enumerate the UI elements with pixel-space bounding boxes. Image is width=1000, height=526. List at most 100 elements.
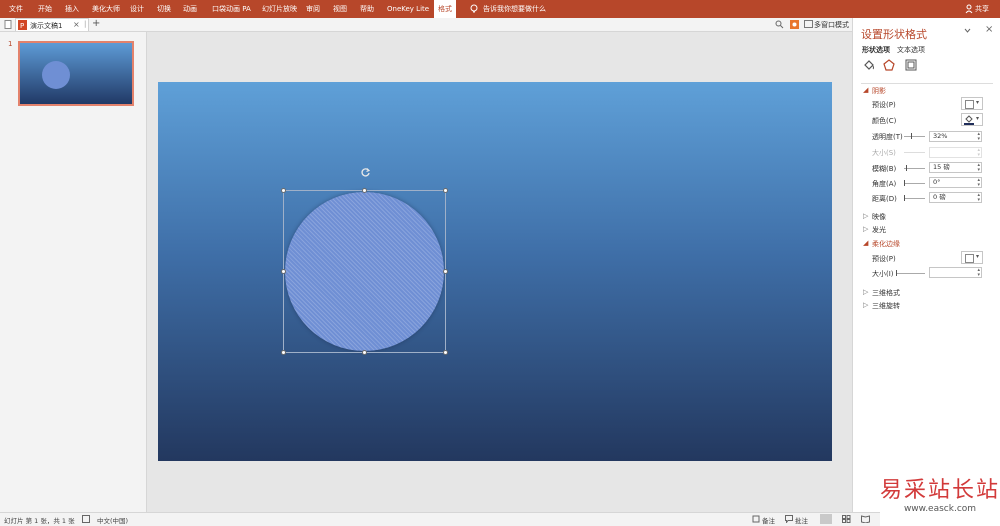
soft-edges-preset-label: 预设(P) bbox=[872, 255, 896, 263]
reflection-section-header[interactable]: 映像 bbox=[872, 212, 886, 222]
glow-expand-icon[interactable]: ▷ bbox=[863, 225, 868, 233]
watermark: 易采站长站 www.easck.com bbox=[880, 466, 1000, 526]
shadow-color-dropdown[interactable]: ▾ bbox=[961, 113, 983, 126]
resize-handle-s[interactable] bbox=[362, 350, 367, 355]
slide-canvas[interactable] bbox=[158, 82, 832, 461]
rotation3d-expand-icon[interactable]: ▷ bbox=[863, 301, 868, 309]
soft-edges-section-header[interactable]: 柔化边缘 bbox=[872, 239, 900, 249]
paint-bucket-icon bbox=[964, 114, 974, 125]
blur-input[interactable]: 15 磅 ▴ ▾ bbox=[929, 162, 982, 173]
zoom-search-icon[interactable] bbox=[775, 20, 784, 29]
tab-view[interactable]: 视图 bbox=[333, 0, 347, 18]
soft-edges-size-slider[interactable] bbox=[896, 273, 925, 274]
tab-slideshow[interactable]: 幻灯片放映 bbox=[262, 0, 297, 18]
effects-icon[interactable] bbox=[883, 59, 895, 71]
shadow-section-header[interactable]: 阴影 bbox=[872, 86, 886, 96]
transparency-input[interactable]: 32% ▴ ▾ bbox=[929, 131, 982, 142]
reading-view-icon[interactable] bbox=[861, 515, 870, 523]
rotation3d-section-header[interactable]: 三维旋转 bbox=[872, 301, 900, 311]
tab-animations[interactable]: 动画 bbox=[183, 0, 197, 18]
spin-arrows-icon[interactable]: ▴ ▾ bbox=[977, 132, 980, 142]
distance-slider[interactable] bbox=[904, 198, 925, 199]
shadow-expand-icon[interactable]: ◢ bbox=[863, 86, 868, 94]
blur-label: 模糊(B) bbox=[872, 165, 897, 173]
resize-handle-ne[interactable] bbox=[443, 188, 448, 193]
normal-view-icon[interactable] bbox=[820, 514, 832, 524]
fill-line-icon[interactable] bbox=[863, 59, 875, 71]
angle-slider[interactable] bbox=[904, 183, 925, 184]
tab-insert[interactable]: 插入 bbox=[65, 0, 79, 18]
spin-arrows-icon[interactable]: ▴ ▾ bbox=[977, 268, 980, 278]
close-tab-icon[interactable]: × bbox=[73, 20, 80, 29]
angle-input[interactable]: 0° ▴ ▾ bbox=[929, 177, 982, 188]
tab-review[interactable]: 审阅 bbox=[306, 0, 320, 18]
format-shape-panel: 设置形状格式 × 形状选项 文本选项 ◢ 阴影 预设(P) ▾ 颜色(C) ▾ … bbox=[852, 18, 1000, 512]
add-tab-button[interactable]: + bbox=[92, 18, 100, 29]
notes-icon bbox=[752, 515, 760, 523]
resize-handle-e[interactable] bbox=[443, 269, 448, 274]
tell-me-search[interactable]: 告诉我你想要做什么 bbox=[483, 0, 546, 18]
transparency-slider[interactable] bbox=[904, 136, 925, 137]
tab-file[interactable]: 文件 bbox=[9, 0, 23, 18]
resize-handle-nw[interactable] bbox=[281, 188, 286, 193]
resize-handle-w[interactable] bbox=[281, 269, 286, 274]
blur-slider-thumb[interactable] bbox=[906, 165, 907, 171]
accessibility-icon[interactable] bbox=[82, 515, 90, 523]
shape-options-tab[interactable]: 形状选项 bbox=[862, 45, 890, 55]
distance-slider-thumb[interactable] bbox=[904, 195, 905, 201]
selection-box bbox=[283, 190, 446, 353]
share-button[interactable]: 共享 bbox=[975, 0, 989, 18]
panel-close-icon[interactable]: × bbox=[985, 24, 993, 35]
preset-swatch-icon bbox=[965, 100, 974, 109]
angle-slider-thumb[interactable] bbox=[904, 180, 905, 186]
comments-icon bbox=[785, 515, 793, 523]
soft-edges-slider-thumb[interactable] bbox=[896, 270, 897, 276]
spin-arrows-icon[interactable]: ▴ ▾ bbox=[977, 193, 980, 203]
rotate-handle-icon[interactable] bbox=[360, 167, 371, 178]
reflection-expand-icon[interactable]: ▷ bbox=[863, 212, 868, 220]
format3d-expand-icon[interactable]: ▷ bbox=[863, 288, 868, 296]
notes-button[interactable]: 备注 bbox=[762, 515, 775, 525]
slide-thumbnail[interactable] bbox=[18, 41, 134, 106]
transparency-slider-thumb[interactable] bbox=[911, 133, 912, 139]
settings-icon[interactable] bbox=[790, 20, 799, 29]
window-icon bbox=[804, 20, 813, 28]
watermark-text: 易采站长站 bbox=[880, 478, 1000, 503]
multi-window-mode[interactable]: 多窗口模式 bbox=[814, 20, 849, 30]
tab-beautify[interactable]: 美化大师 bbox=[92, 0, 120, 18]
distance-input[interactable]: 0 磅 ▴ ▾ bbox=[929, 192, 982, 203]
soft-edges-expand-icon[interactable]: ◢ bbox=[863, 239, 868, 247]
soft-edges-preset-dropdown[interactable]: ▾ bbox=[961, 251, 983, 264]
document-tab[interactable]: P 演示文稿1 × | bbox=[15, 18, 89, 31]
new-doc-icon[interactable] bbox=[4, 20, 12, 29]
distance-value: 0 磅 bbox=[933, 193, 946, 201]
document-name: 演示文稿1 bbox=[30, 22, 63, 30]
slide-count-status: 幻灯片 第 1 张，共 1 张 bbox=[4, 517, 75, 525]
resize-handle-n[interactable] bbox=[362, 188, 367, 193]
language-status[interactable]: 中文(中国) bbox=[97, 515, 128, 525]
spin-arrows-icon[interactable]: ▴ ▾ bbox=[977, 178, 980, 188]
comments-button[interactable]: 批注 bbox=[795, 515, 808, 525]
resize-handle-se[interactable] bbox=[443, 350, 448, 355]
tab-home[interactable]: 开始 bbox=[38, 0, 52, 18]
shadow-preset-dropdown[interactable]: ▾ bbox=[961, 97, 983, 110]
resize-handle-sw[interactable] bbox=[281, 350, 286, 355]
text-options-tab[interactable]: 文本选项 bbox=[897, 45, 925, 55]
slide-sorter-icon[interactable] bbox=[842, 515, 851, 523]
user-icon[interactable] bbox=[965, 0, 973, 18]
soft-edges-size-input[interactable]: ▴ ▾ bbox=[929, 267, 982, 278]
tab-help[interactable]: 帮助 bbox=[360, 0, 374, 18]
tab-design[interactable]: 设计 bbox=[130, 0, 144, 18]
blur-slider[interactable] bbox=[904, 168, 925, 169]
shadow-size-label: 大小(S) bbox=[872, 149, 896, 157]
spin-arrows-icon[interactable]: ▴ ▾ bbox=[977, 163, 980, 173]
tab-pocket-animation[interactable]: 口袋动画 PA bbox=[212, 0, 251, 18]
tab-transitions[interactable]: 切换 bbox=[157, 0, 171, 18]
tab-onekey[interactable]: OneKey Lite bbox=[387, 0, 429, 18]
shadow-size-input: ▴ ▾ bbox=[929, 147, 982, 158]
glow-section-header[interactable]: 发光 bbox=[872, 225, 886, 235]
format3d-section-header[interactable]: 三维格式 bbox=[872, 288, 900, 298]
tab-format[interactable]: 格式 bbox=[434, 0, 456, 18]
size-properties-icon[interactable] bbox=[905, 59, 917, 71]
panel-options-icon[interactable] bbox=[964, 28, 971, 34]
